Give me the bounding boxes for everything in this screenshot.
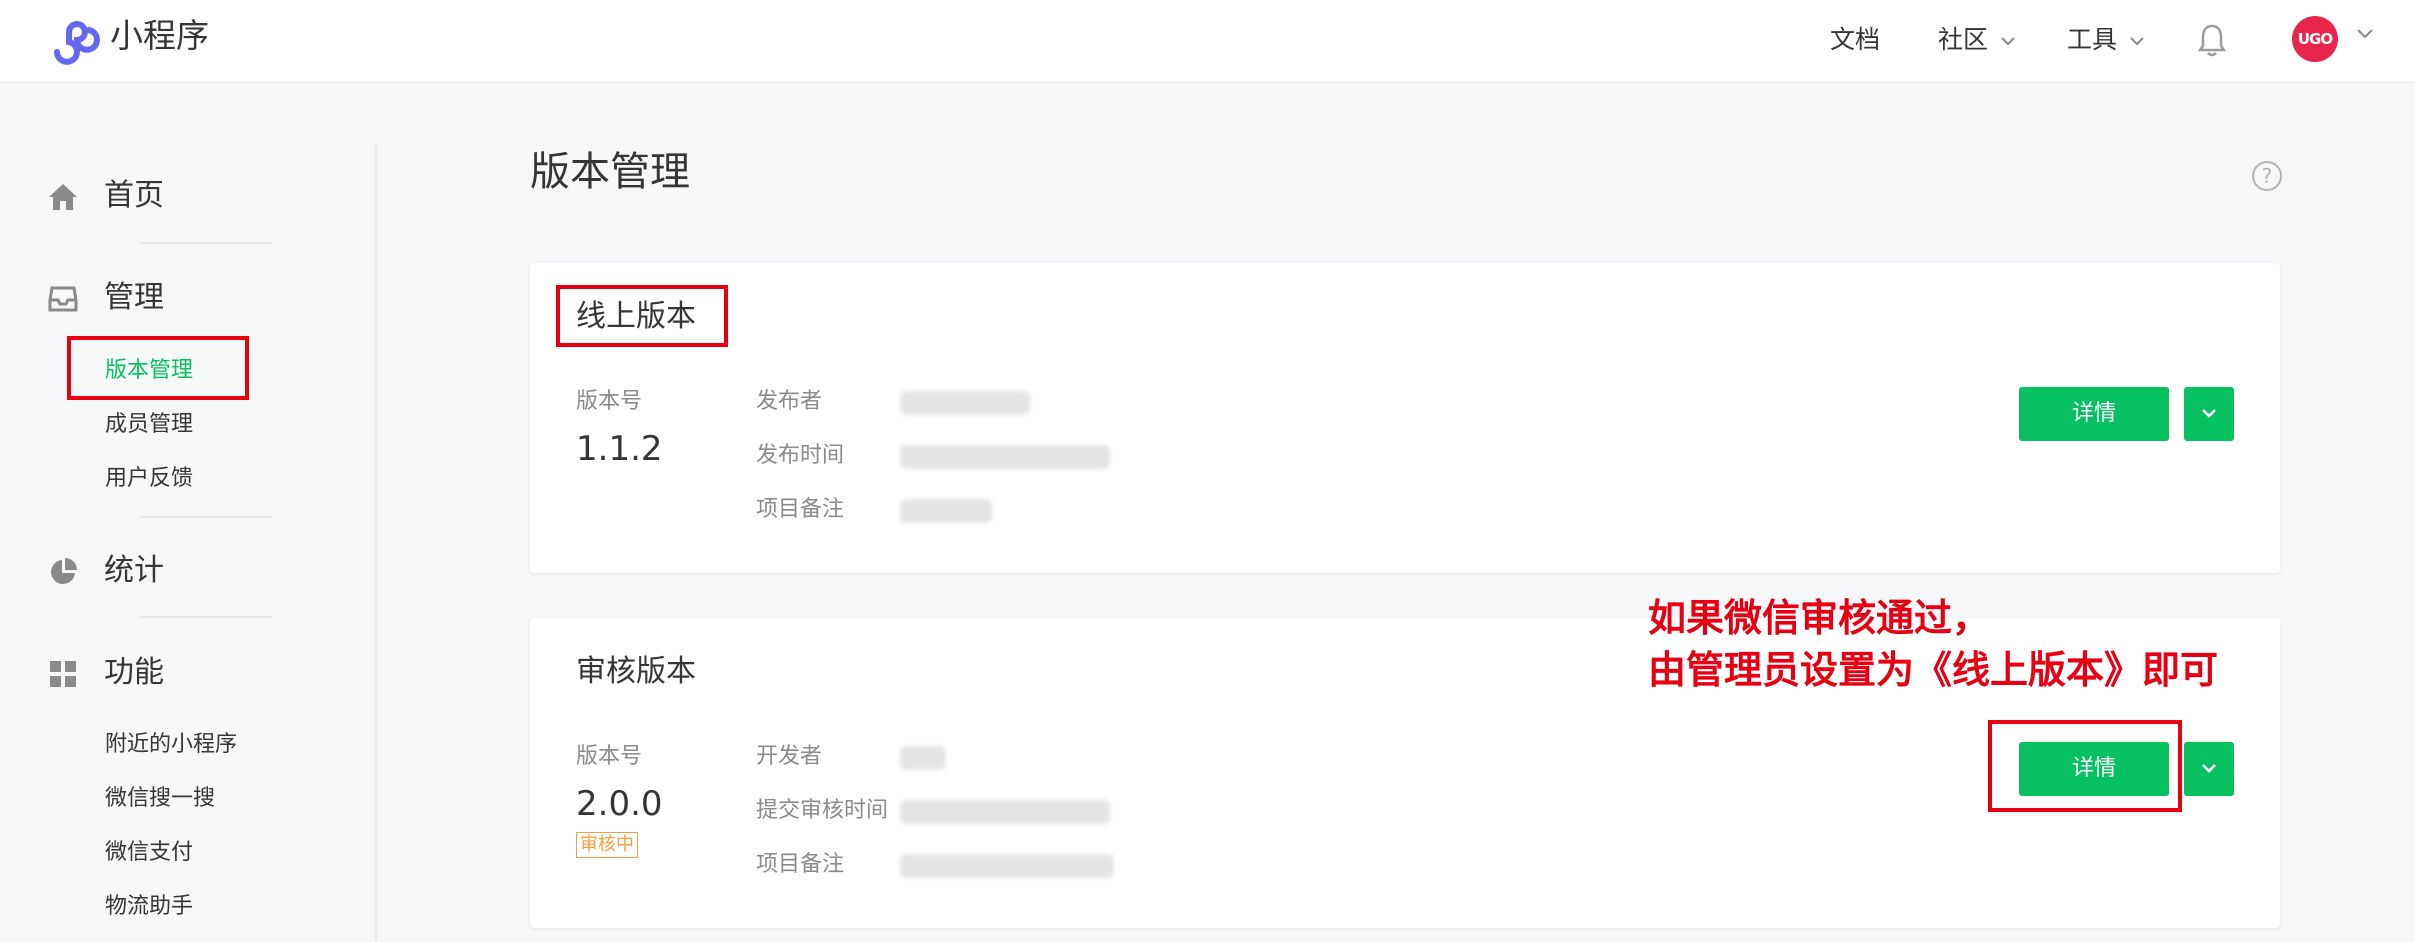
sidebar-item-logistics-assistant[interactable]: 物流助手 (105, 892, 193, 922)
mini-program-logo-icon[interactable] (49, 14, 101, 66)
publisher-label: 发布者 (756, 389, 823, 414)
chevron-down-icon (2001, 37, 2015, 46)
top-bar: 小程序 文档 社区 工具 UGO (0, 0, 2415, 83)
sidebar-item-wechat-search[interactable]: 微信搜一搜 (105, 784, 215, 814)
brand-title[interactable]: 小程序 (110, 14, 209, 58)
pie-chart-icon (51, 558, 77, 584)
version-number-label: 版本号 (576, 389, 643, 414)
publisher-value (900, 391, 1030, 415)
sidebar-item-features-label: 功能 (104, 655, 164, 690)
publish-time-value (900, 445, 1110, 469)
submit-time-value (900, 800, 1110, 824)
nav-community-label: 社区 (1938, 25, 1989, 54)
sidebar-item-nearby-mini-programs[interactable]: 附近的小程序 (105, 730, 237, 760)
review-more-button[interactable] (2184, 742, 2234, 796)
nav-docs[interactable]: 文档 (1830, 22, 1880, 58)
sidebar-item-user-feedback[interactable]: 用户反馈 (105, 464, 193, 494)
home-icon (49, 184, 77, 210)
status-badge: 审核中 (576, 832, 638, 858)
sidebar-item-member-management[interactable]: 成员管理 (105, 410, 193, 440)
grid-icon (50, 661, 76, 687)
online-more-button[interactable] (2184, 387, 2234, 441)
highlight-box-review-detail (1988, 720, 2182, 812)
review-version-title: 审核版本 (576, 654, 696, 689)
nav-docs-label: 文档 (1830, 25, 1881, 54)
chevron-down-icon (2202, 764, 2216, 773)
online-version-card: 线上版本 版本号 1.1.2 发布者 发布时间 项目备注 详情 (530, 263, 2280, 573)
version-number-label: 版本号 (576, 744, 643, 769)
avatar[interactable]: UGO (2292, 16, 2338, 62)
sidebar-divider (375, 142, 377, 942)
page-title: 版本管理 (530, 149, 690, 195)
project-note-label: 项目备注 (756, 497, 845, 522)
highlight-box-online-version (556, 285, 728, 347)
version-number: 2.0.0 (576, 784, 663, 824)
bell-icon[interactable] (2196, 22, 2228, 58)
project-note-value (900, 499, 992, 523)
inbox-icon (48, 286, 78, 312)
sidebar-separator (140, 616, 272, 618)
chevron-down-icon (2130, 37, 2144, 46)
project-note-label: 项目备注 (756, 852, 845, 877)
question-icon[interactable]: ? (2252, 161, 2282, 191)
project-note-value (900, 854, 1114, 878)
developer-value (900, 746, 946, 770)
submit-time-label: 提交审核时间 (756, 798, 889, 823)
sidebar-separator (140, 516, 272, 518)
nav-tools[interactable]: 工具 (2067, 22, 2145, 58)
developer-label: 开发者 (756, 744, 823, 769)
sidebar-item-manage-label: 管理 (104, 280, 164, 315)
nav-community[interactable]: 社区 (1938, 22, 2016, 58)
highlight-box-version-management (67, 336, 249, 400)
version-number: 1.1.2 (576, 429, 663, 469)
annotation-line-1: 如果微信审核通过， (1648, 596, 1991, 640)
annotation-line-2: 由管理员设置为《线上版本》即可 (1648, 648, 2219, 692)
sidebar-item-wechat-pay[interactable]: 微信支付 (105, 838, 193, 868)
sidebar-item-statistics-label: 统计 (104, 553, 164, 588)
publish-time-label: 发布时间 (756, 443, 845, 468)
chevron-down-icon[interactable] (2356, 28, 2374, 40)
online-detail-button[interactable]: 详情 (2019, 387, 2169, 441)
sidebar-separator (140, 242, 272, 244)
sidebar-item-home-label: 首页 (104, 178, 164, 213)
nav-tools-label: 工具 (2067, 25, 2118, 54)
chevron-down-icon (2202, 409, 2216, 418)
